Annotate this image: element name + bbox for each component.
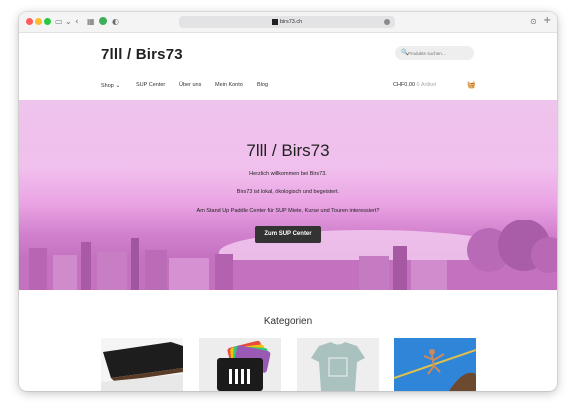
slackline-image — [394, 338, 476, 391]
download-icon[interactable]: ⊙ — [530, 16, 537, 28]
cart-count: 0 Artikel — [416, 82, 437, 88]
nav-item-blog[interactable]: Blog — [257, 82, 268, 88]
sup-center-button[interactable]: Zum SUP Center — [255, 226, 321, 243]
hero-welcome-text: Herzlich willkommen bei Birs73. — [249, 171, 327, 177]
hero-title: 7lll / Birs73 — [246, 141, 330, 160]
hero-tagline-text: Birs73 ist lokal, ökologisch und begeist… — [236, 189, 340, 195]
search-input[interactable] — [408, 46, 470, 60]
nav-item-mein-konto[interactable]: Mein Konto — [215, 82, 243, 88]
cart-summary[interactable]: CHF0.00 0 Artikel — [393, 82, 436, 88]
extension-icon[interactable] — [99, 17, 107, 25]
nav-item-ueber-uns[interactable]: Über uns — [179, 82, 201, 88]
product-search[interactable]: 🔍 — [395, 46, 474, 60]
wallet-image — [101, 338, 183, 391]
address-bar[interactable]: birs73.ch — [179, 16, 395, 28]
chevron-down-icon[interactable]: ⌄ — [65, 16, 72, 28]
privacy-icon[interactable]: ◐ — [112, 16, 119, 28]
reload-icon[interactable] — [384, 19, 390, 25]
new-tab-icon[interactable]: + — [543, 15, 551, 27]
minimize-window-button[interactable] — [35, 18, 42, 25]
chevron-down-icon: ⌄ — [115, 82, 121, 89]
url-text: birs73.ch — [279, 19, 303, 25]
category-card-tshirt[interactable] — [297, 338, 379, 391]
nav-item-shop[interactable]: Shop ⌄ — [101, 82, 120, 89]
categories-heading: Kategorien — [263, 316, 313, 327]
gift-card-image — [199, 338, 281, 391]
sidebar-icon[interactable]: ▭ — [55, 16, 63, 28]
hero-question-text: Am Stand Up Paddle Center für SUP Miete,… — [196, 208, 380, 214]
nav-item-sup-center[interactable]: SUP Center — [136, 82, 165, 88]
site-favicon-icon — [271, 18, 278, 25]
cart-total: CHF0.00 — [393, 82, 416, 88]
zoom-window-button[interactable] — [44, 18, 51, 25]
category-card-slackline[interactable] — [394, 338, 476, 391]
browser-window: ▭ ⌄ ‹ ▦ ◐ birs73.ch ⊙ + 7lll / Birs73 🔍 … — [19, 12, 557, 391]
tab-overview-icon[interactable]: ▦ — [87, 16, 95, 28]
close-window-button[interactable] — [26, 18, 33, 25]
category-card-gift-card[interactable] — [199, 338, 281, 391]
site-logo[interactable]: 7lll / Birs73 — [101, 46, 183, 63]
back-icon[interactable]: ‹ — [75, 16, 79, 28]
category-card-wallet[interactable] — [101, 338, 183, 391]
tshirt-image — [297, 338, 379, 391]
shopping-basket-icon[interactable]: 🧺 — [467, 81, 476, 89]
hero-banner: 7lll / Birs73 Herzlich willkommen bei Bi… — [19, 100, 557, 290]
browser-toolbar: ▭ ⌄ ‹ ▦ ◐ birs73.ch ⊙ + — [19, 12, 557, 33]
